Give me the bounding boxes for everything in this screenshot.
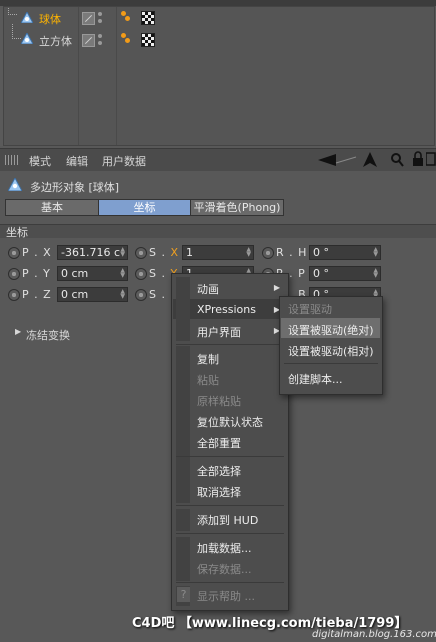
section-header [0, 224, 436, 238]
object-list [3, 6, 435, 146]
menu-item-set-driven-absolute[interactable]: 设置被驱动(绝对) [288, 322, 374, 338]
px-field[interactable]: -361.716 c ▲ ▼ [57, 245, 128, 260]
menu-item-user-interface[interactable]: 用户界面 [197, 324, 241, 340]
editor-visibility-dot[interactable] [98, 12, 102, 16]
rp-field[interactable]: 0 ° ▲ ▼ [309, 266, 381, 281]
menu-item-set-driven-relative[interactable]: 设置被驱动(相对) [288, 343, 374, 359]
render-visibility-dot[interactable] [98, 19, 102, 23]
editor-visibility-dot[interactable] [98, 34, 102, 38]
column-divider [78, 7, 79, 145]
tab-basic[interactable]: 基本 [5, 199, 99, 216]
polygon-object-icon [20, 10, 34, 26]
tab-coordinates[interactable]: 坐标 [98, 199, 191, 216]
column-divider [116, 7, 117, 145]
menu-item-paste: 粘贴 [197, 374, 219, 387]
menu-item-load-data[interactable]: 加载数据... [197, 540, 252, 556]
menu-separator [176, 456, 284, 457]
freeze-transform-label[interactable]: 冻结变换 [26, 327, 70, 343]
menu-item-paste-original: 原样粘贴 [197, 395, 241, 408]
layer-icon[interactable] [82, 12, 95, 25]
keyframe-radio[interactable] [8, 268, 20, 280]
py-field[interactable]: 0 cm ▲ ▼ [57, 266, 128, 281]
tab-phong[interactable]: 平滑着色(Phong) [190, 199, 284, 216]
menu-separator [284, 363, 378, 364]
object-title: 多边形对象 [球体] [30, 181, 120, 194]
search-icon[interactable] [390, 152, 404, 170]
object-name-cube[interactable]: 立方体 [39, 33, 72, 49]
rh-field[interactable]: 0 ° ▲ ▼ [309, 245, 381, 260]
menu-item-deselect[interactable]: 取消选择 [197, 484, 241, 500]
keyframe-radio[interactable] [135, 247, 147, 259]
sx-field[interactable]: 1 ▲ ▼ [182, 245, 254, 260]
render-visibility-dot[interactable] [98, 41, 102, 45]
menu-item-reset-default[interactable]: 复位默认状态 [197, 414, 263, 430]
lock-icon[interactable] [412, 151, 424, 170]
menu-separator [176, 505, 284, 506]
param-label-sx: S . X [149, 246, 180, 259]
help-icon: ? [177, 587, 190, 602]
menu-edit[interactable]: 编辑 [66, 153, 88, 169]
keyframe-radio[interactable] [8, 247, 20, 259]
menu-item-animation[interactable]: 动画 [197, 281, 219, 297]
object-name-sphere[interactable]: 球体 [39, 11, 61, 27]
menu-gutter [176, 346, 190, 462]
expand-triangle-icon[interactable]: ▶ [15, 327, 21, 336]
menu-gutter [176, 459, 190, 503]
material-tag-icon[interactable] [141, 33, 155, 47]
tag-icon[interactable] [121, 33, 126, 38]
keyframe-radio[interactable] [135, 268, 147, 280]
param-label-py: P . Y [22, 267, 51, 280]
keyframe-radio[interactable] [262, 247, 274, 259]
tag-icon[interactable] [125, 16, 130, 21]
keyframe-radio[interactable] [135, 289, 147, 301]
xpressions-submenu: 设置驱动 设置被驱动(绝对) 设置被驱动(相对) 创建脚本... [279, 296, 383, 395]
grip-icon[interactable] [5, 155, 19, 165]
param-label-rh: R . H [276, 246, 308, 259]
tag-icon[interactable] [125, 38, 130, 43]
menu-gutter [176, 537, 190, 581]
menu-item-set-driver: 设置驱动 [288, 303, 332, 316]
menu-item-create-script[interactable]: 创建脚本... [288, 371, 343, 387]
pz-field[interactable]: 0 cm ▲ ▼ [57, 287, 128, 302]
menu-gutter [176, 277, 190, 341]
menu-separator [176, 533, 284, 534]
section-title: 坐标 [6, 226, 28, 239]
param-label-px: P . X [22, 246, 52, 259]
menu-mode[interactable]: 模式 [29, 153, 51, 169]
back-arrow-icon[interactable] [318, 153, 358, 170]
menu-item-save-data: 保存数据... [197, 563, 252, 576]
polygon-object-icon [20, 31, 34, 47]
watermark-url: digitalman.blog.163.com [312, 629, 436, 640]
param-label-pz: P . Z [22, 288, 52, 301]
menu-item-xpressions[interactable]: XPressions [197, 303, 256, 316]
submenu-arrow-icon: ▶ [273, 283, 280, 292]
polygon-object-icon [7, 176, 23, 194]
menu-item-add-to-hud[interactable]: 添加到 HUD [197, 512, 258, 528]
attribute-manager-menubar: 模式 编辑 用户数据 [0, 148, 436, 171]
menu-item-copy[interactable]: 复制 [197, 351, 219, 367]
layer-icon[interactable] [82, 34, 95, 47]
menu-item-show-help: 显示帮助 ... [197, 590, 255, 603]
tag-icon[interactable] [121, 11, 126, 16]
menu-item-reset-all[interactable]: 全部重置 [197, 435, 241, 451]
menu-separator [176, 582, 284, 583]
menu-gutter [176, 509, 190, 531]
menu-separator [176, 344, 284, 345]
menu-user-data[interactable]: 用户数据 [102, 153, 146, 169]
menu-item-select-all[interactable]: 全部选择 [197, 463, 241, 479]
keyframe-radio[interactable] [8, 289, 20, 301]
pointer-arrow-icon[interactable] [363, 152, 377, 170]
new-window-icon[interactable] [425, 151, 436, 170]
material-tag-icon[interactable] [141, 11, 155, 25]
context-menu: 动画 ▶ XPressions ▶ 用户界面 ▶ 复制 粘贴 原样粘贴 复位默认… [171, 273, 289, 611]
